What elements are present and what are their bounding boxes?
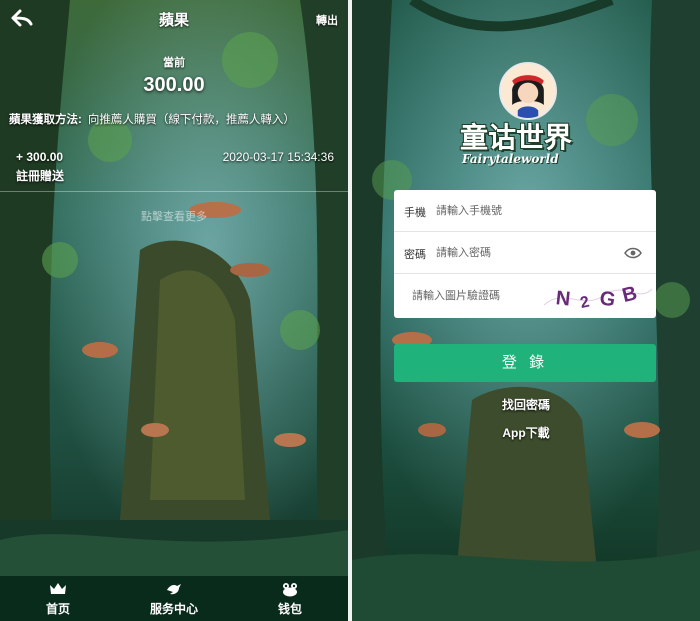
tab-home-label: 首页 — [45, 602, 70, 616]
captcha-input[interactable] — [412, 286, 532, 306]
captcha-row: N 2 G B — [394, 274, 656, 318]
logo-avatar — [499, 62, 557, 120]
login-screen: 童诂世界 Fairytaleworld 手機 密碼 N 2 G B — [352, 0, 700, 621]
record-amount: + 300.00 — [16, 150, 64, 164]
page-title: 蘋果 — [158, 12, 189, 29]
password-row: 密碼 — [394, 232, 656, 274]
frog-icon — [283, 583, 297, 597]
tab-wallet[interactable]: 钱包 — [232, 576, 348, 621]
record-time: 2020-03-17 15:34:36 — [222, 150, 334, 164]
record-description: 註冊贈送 — [16, 169, 65, 183]
captcha-image[interactable]: N 2 G B — [544, 277, 652, 315]
acquire-method-text: 向推薦人購買（線下付款，推薦人轉入） — [87, 114, 295, 126]
app-logo-title: 童诂世界 — [460, 121, 573, 154]
record-row: + 300.00 2020-03-17 15:34:36 註冊贈送 — [0, 146, 348, 192]
bird-icon — [167, 584, 181, 595]
tab-service-center[interactable]: 服务中心 — [116, 576, 232, 621]
transfer-out-button[interactable]: 轉出 — [316, 12, 338, 28]
top-bar: 蘋果 轉出 — [0, 0, 348, 36]
crown-icon — [50, 583, 66, 594]
load-more-link[interactable]: 點擊查看更多 — [0, 208, 348, 224]
balance-value: 300.00 — [143, 74, 205, 96]
eye-icon[interactable] — [624, 246, 642, 260]
tab-service-center-label: 服务中心 — [149, 602, 198, 616]
app-download-link[interactable]: App下載 — [352, 424, 700, 441]
login-button[interactable]: 登 錄 — [394, 344, 656, 382]
password-input[interactable] — [436, 243, 606, 263]
acquire-method-label: 蘋果獲取方法: — [9, 114, 82, 126]
forgot-password-link[interactable]: 找回密碼 — [352, 396, 700, 413]
password-label: 密碼 — [404, 249, 426, 261]
phone-label: 手機 — [404, 207, 426, 219]
tab-wallet-label: 钱包 — [277, 602, 302, 616]
login-form: 手機 密碼 N 2 G B — [394, 190, 656, 318]
app-logo-subtitle: Fairytaleworld — [462, 152, 559, 166]
phone-row: 手機 — [394, 190, 656, 232]
acquire-method: 蘋果獲取方法: 向推薦人購買（線下付款，推薦人轉入） — [9, 111, 295, 127]
tab-home[interactable]: 首页 — [0, 576, 116, 621]
phone-input[interactable] — [436, 201, 606, 221]
balance-label: 當前 — [163, 57, 185, 69]
apple-balance-screen: 蘋果 轉出 當前 300.00 蘋果獲取方法: 向推薦人購買（線下付款，推薦人轉入… — [0, 0, 348, 621]
bottom-tab-bar: 首页 服务中心 钱包 — [0, 576, 348, 621]
svg-text:N: N — [555, 287, 572, 310]
